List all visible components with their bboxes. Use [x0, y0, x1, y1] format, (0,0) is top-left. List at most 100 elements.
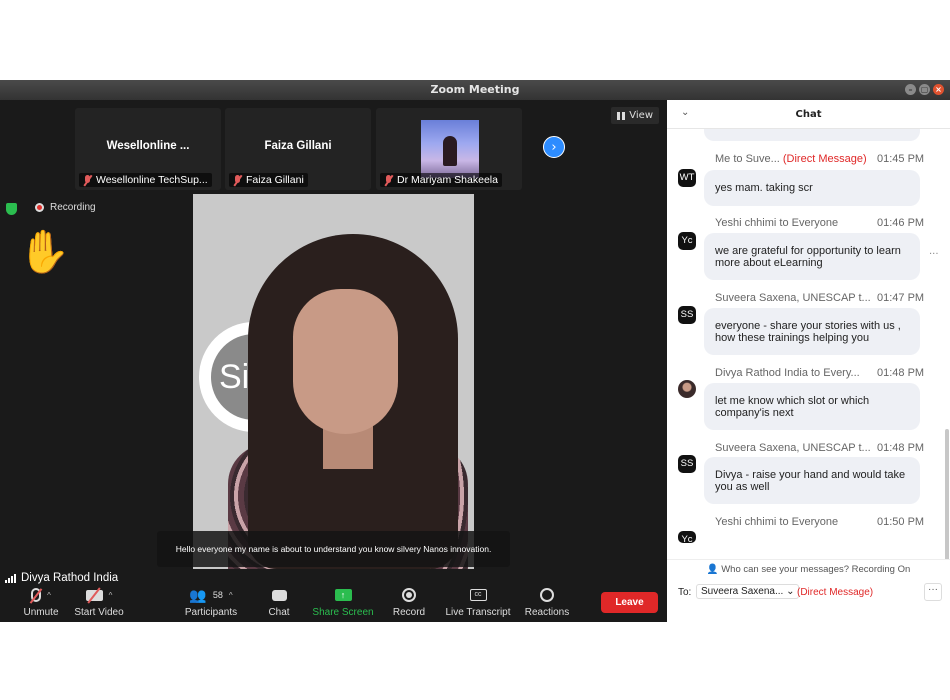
chat-button[interactable]: Chat [266, 586, 292, 618]
record-button[interactable]: Record [391, 586, 427, 618]
recording-icon [35, 203, 44, 212]
record-label: Record [392, 607, 426, 618]
message-time: 01:46 PM [877, 217, 925, 229]
chevron-right-icon: › [551, 140, 557, 155]
share-screen-label: Share Screen [312, 607, 374, 618]
recording-indicator[interactable]: Recording [35, 202, 96, 213]
chat-messages: Me to Suve... (Direct Message) 01:45 PM … [667, 129, 950, 559]
active-speaker-label: Divya Rathod India [5, 572, 118, 584]
chat-title: Chat [795, 109, 822, 120]
recording-label: Recording [50, 202, 96, 213]
unmute-button[interactable]: ^ Unmute [18, 586, 64, 618]
participant-video-thumbnail [421, 120, 479, 178]
share-screen-button[interactable]: ↑ Share Screen [312, 586, 374, 618]
message-sender: Suveera Saxena, UNESCAP t... [715, 292, 871, 304]
start-video-button[interactable]: ^ Start Video [72, 586, 126, 618]
message-time: 01:50 PM [877, 516, 925, 528]
reactions-label: Reactions [524, 607, 570, 618]
message-bubble[interactable]: yes mam. taking scr [704, 170, 920, 206]
more-options-icon[interactable]: ··· [924, 583, 942, 601]
mic-muted-icon [31, 588, 42, 602]
message-bubble[interactable]: Divya - raise your hand and would take y… [704, 457, 920, 504]
mic-muted-icon [384, 174, 393, 186]
caret-up-icon[interactable]: ^ [229, 591, 233, 600]
caret-up-icon[interactable]: ^ [109, 591, 113, 600]
participants-count: 58 [212, 590, 223, 600]
message-sender: Yeshi chhimi to Everyone [715, 516, 839, 528]
participant-tile[interactable]: Faiza Gillani Faiza Gillani [225, 108, 371, 190]
mic-muted-icon [233, 174, 242, 186]
message-bubble[interactable]: everyone - share your stories with us , … [704, 308, 920, 355]
more-options-icon[interactable]: ··· [929, 249, 939, 260]
live-transcript-button[interactable]: cc Live Transcript [444, 586, 512, 618]
recipient-select[interactable]: Suveera Saxena... ⌄ [696, 584, 800, 599]
close-button[interactable]: × [933, 84, 944, 95]
message-time: 01:47 PM [877, 292, 925, 304]
chat-panel: ⌄ Chat Me to Suve... (Direct Message) 01… [667, 100, 950, 622]
message-time: 01:48 PM [877, 367, 925, 379]
message-sender: Suveera Saxena, UNESCAP t... [715, 442, 871, 454]
window-titlebar: Zoom Meeting – ▢ × [0, 80, 950, 100]
sender-avatar: SS [678, 306, 696, 324]
message-bubble[interactable]: let me know which slot or which company'… [704, 383, 920, 430]
sender-avatar [678, 380, 696, 398]
chat-visibility-notice[interactable]: 👤 Who can see your messages? Recording O… [667, 559, 950, 582]
sender-avatar: SS [678, 455, 696, 473]
caret-up-icon[interactable]: ^ [47, 591, 51, 600]
chat-label: Chat [268, 607, 290, 618]
reactions-button[interactable]: Reactions [524, 586, 570, 618]
window-title: Zoom Meeting [430, 83, 520, 96]
view-label: View [629, 110, 653, 121]
speaker-video: Sil [193, 194, 474, 569]
chat-header: ⌄ Chat [667, 100, 950, 129]
speaker-name: Divya Rathod India [21, 572, 119, 584]
participant-tile[interactable]: Wesellonline ... Wesellonline TechSup... [75, 108, 221, 190]
message-sender: Yeshi chhimi to Everyone [715, 217, 839, 229]
speaker-face [293, 289, 398, 434]
participant-name: Dr Mariyam Shakeela [397, 174, 498, 186]
message-time: 01:45 PM [877, 153, 925, 165]
unmute-label: Unmute [23, 607, 59, 618]
start-video-label: Start Video [74, 607, 124, 618]
mic-muted-icon [83, 174, 92, 186]
signal-bars-icon [5, 573, 16, 583]
participants-icon: 👥 [189, 586, 207, 603]
participant-big-name: Faiza Gillani [264, 140, 332, 152]
minimize-button[interactable]: – [905, 84, 916, 95]
to-label: To: [678, 587, 692, 598]
participants-button[interactable]: 👥 58 ^ Participants [176, 586, 246, 619]
record-icon [402, 588, 416, 602]
leave-button[interactable]: Leave [601, 592, 658, 613]
meeting-area: Wesellonline ... Wesellonline TechSup...… [0, 100, 667, 622]
message-time: 01:48 PM [877, 442, 925, 454]
message-sender: Divya Rathod India to Every... [715, 367, 860, 379]
message-sender-name: Me to Suve... [715, 153, 780, 165]
smiley-icon [540, 588, 554, 602]
chat-visibility-text: Who can see your messages? Recording On [721, 564, 911, 575]
direct-message-tag: (Direct Message) [782, 153, 867, 165]
participant-name: Faiza Gillani [246, 174, 304, 186]
camera-off-icon [85, 589, 103, 601]
message-bubble[interactable]: we are grateful for opportunity to learn… [704, 233, 920, 280]
chat-scrollbar[interactable] [945, 429, 949, 559]
participant-tile[interactable]: Dr Mariyam Shakeela [376, 108, 522, 190]
message-sender: Me to Suve... (Direct Message) [715, 153, 885, 165]
live-caption: Hello everyone my name is about to under… [157, 531, 510, 567]
maximize-button[interactable]: ▢ [919, 84, 930, 95]
chat-recipient-row: To: Suveera Saxena... ⌄ (Direct Message)… [667, 580, 950, 606]
direct-message-mode: (Direct Message) [797, 587, 874, 598]
participant-name: Wesellonline TechSup... [96, 174, 208, 186]
sender-avatar: Yc [678, 232, 696, 250]
participant-big-name: Wesellonline ... [106, 140, 190, 152]
raised-hand-icon: ✋ [18, 227, 71, 276]
security-shield-icon[interactable] [6, 203, 17, 215]
sender-avatar: WT [678, 169, 696, 187]
chat-bubble-icon [271, 589, 287, 601]
next-page-button[interactable]: › [543, 136, 565, 158]
people-icon: 👤 [706, 564, 719, 575]
chevron-down-icon: ⌄ [786, 586, 795, 597]
closed-caption-icon: cc [469, 589, 487, 601]
sender-avatar: Yc [678, 531, 696, 543]
zoom-window: Zoom Meeting – ▢ × Wesellonline ... Wese… [0, 80, 950, 622]
view-button[interactable]: View [611, 107, 659, 124]
